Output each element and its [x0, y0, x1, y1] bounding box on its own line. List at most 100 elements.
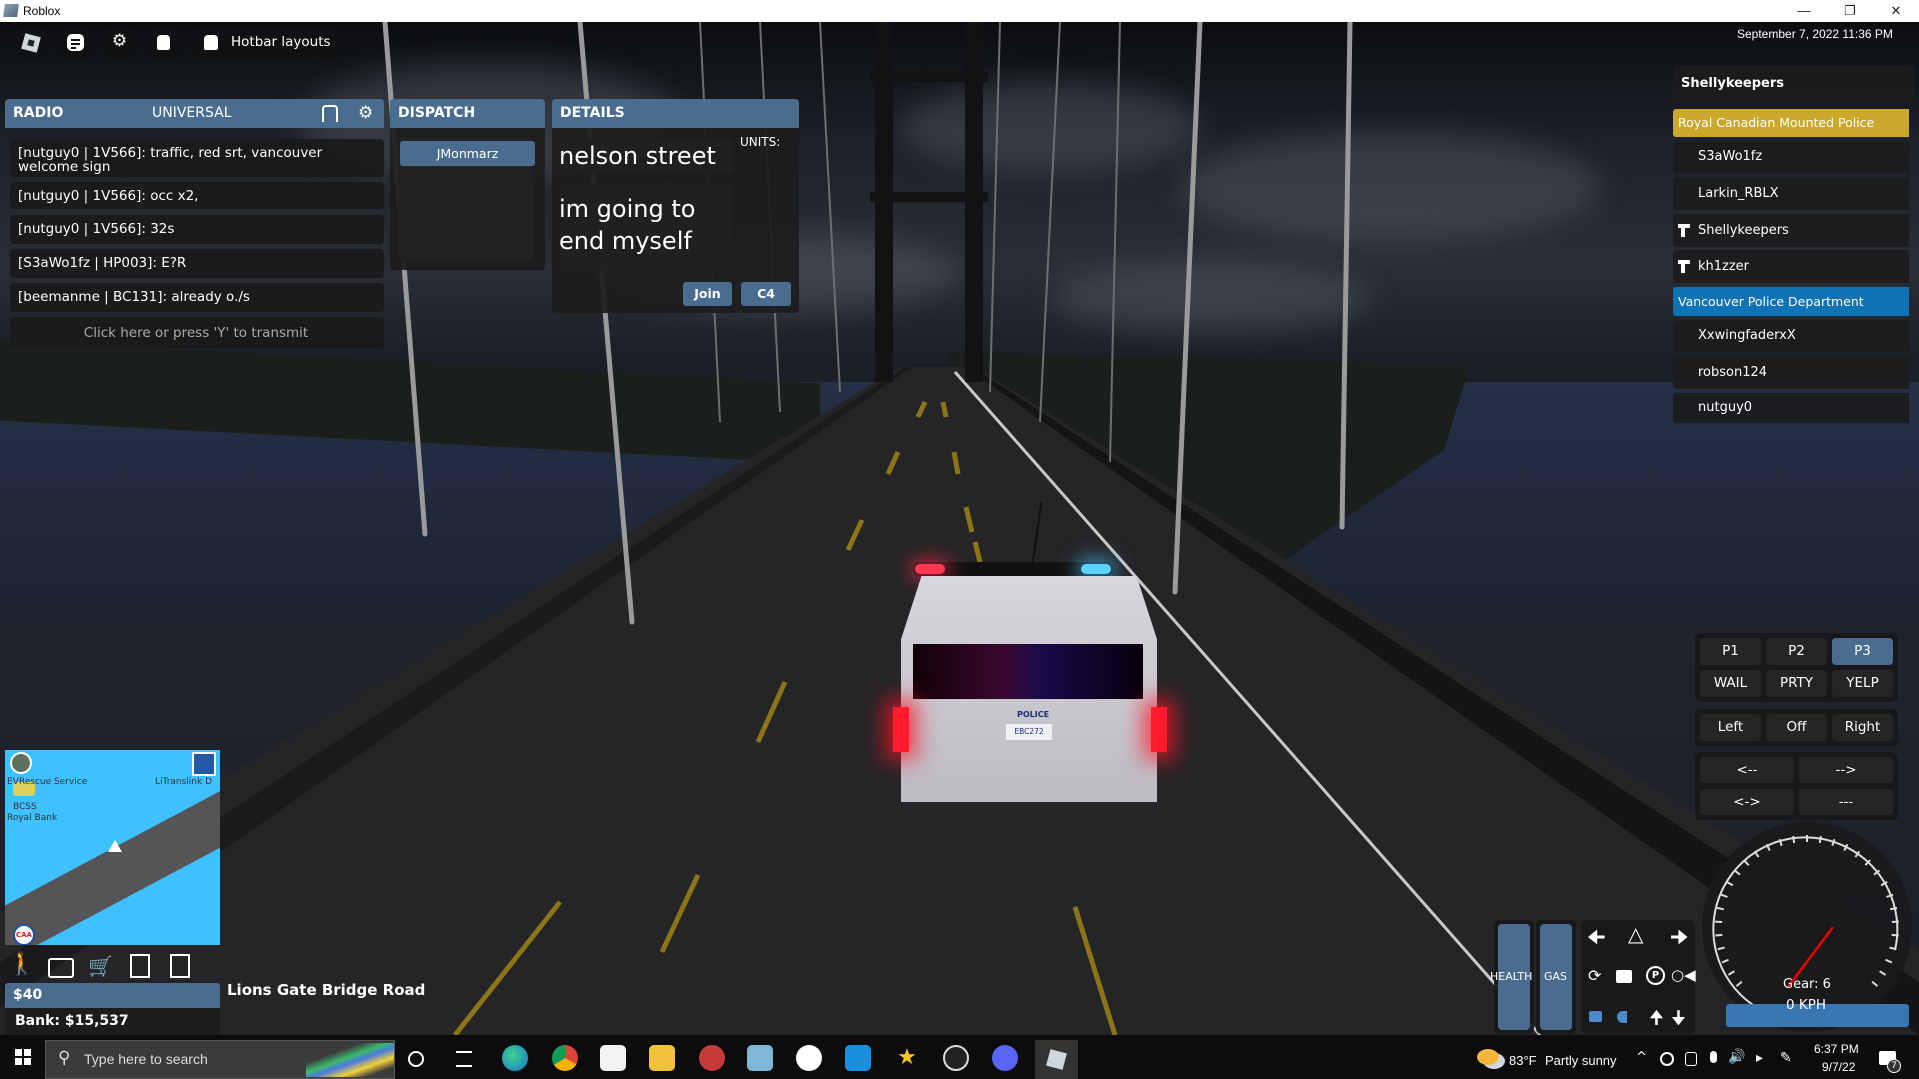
- walk-icon[interactable]: 🚶: [8, 952, 35, 977]
- speedometer-tick: [1792, 835, 1796, 844]
- list-upload-icon[interactable]: [170, 954, 190, 978]
- player-row[interactable]: XxwingfaderxX: [1673, 320, 1909, 352]
- chat-icon: [67, 34, 84, 51]
- hazard-icon[interactable]: △: [1628, 922, 1643, 946]
- horn-icon[interactable]: ○◀: [1671, 966, 1696, 984]
- pen-icon[interactable]: ✎: [1780, 1050, 1792, 1066]
- player-row[interactable]: Larkin_RBLX: [1673, 178, 1909, 210]
- obs-app-icon[interactable]: [943, 1045, 969, 1071]
- siren-wail-button[interactable]: WAIL: [1700, 670, 1761, 697]
- gear-icon: ⚙: [111, 31, 128, 51]
- player-row[interactable]: Shellykeepers: [1673, 214, 1909, 247]
- record-icon[interactable]: [1660, 1052, 1674, 1066]
- siren-p2-button[interactable]: P2: [1766, 638, 1827, 665]
- microphone-icon[interactable]: [1710, 1051, 1717, 1063]
- weather-condition[interactable]: Partly sunny: [1545, 1053, 1617, 1068]
- settings-button[interactable]: ⚙: [104, 27, 135, 58]
- hammer-icon-handle: [1681, 262, 1685, 273]
- close-button[interactable]: ✕: [1873, 0, 1919, 22]
- signal-app-icon[interactable]: [796, 1045, 822, 1071]
- notepad-app-icon[interactable]: [747, 1045, 773, 1071]
- weather-temp[interactable]: 83°F: [1509, 1053, 1537, 1068]
- player-row[interactable]: S3aWo1fz: [1673, 141, 1909, 173]
- star-app-icon[interactable]: ★: [894, 1045, 920, 1071]
- chrome-app-icon[interactable]: [552, 1045, 578, 1071]
- parking-brake-icon[interactable]: P: [1646, 966, 1665, 985]
- arrow-left-button[interactable]: <--: [1700, 757, 1794, 783]
- task-view-icon[interactable]: [456, 1051, 472, 1067]
- arrow-off-button[interactable]: ---: [1799, 789, 1893, 815]
- right-arrow-icon[interactable]: 🠊: [1670, 923, 1689, 957]
- cart-icon[interactable]: 🛒: [88, 954, 113, 978]
- volume-icon[interactable]: 🔊: [1728, 1049, 1745, 1065]
- headlight-icon[interactable]: [1617, 1011, 1627, 1023]
- radio-settings-gear-icon[interactable]: ⚙: [358, 99, 373, 128]
- snipping-tool-app-icon[interactable]: [699, 1045, 725, 1071]
- player-row[interactable]: robson124: [1673, 356, 1909, 389]
- arrow-split-button[interactable]: <->: [1700, 789, 1794, 815]
- microsoft-store-app-icon[interactable]: [600, 1045, 626, 1071]
- camera-icon[interactable]: [1685, 1052, 1697, 1066]
- caa-icon: CAA: [13, 924, 35, 945]
- radio-channel[interactable]: UNIVERSAL: [152, 99, 232, 128]
- roblox-menu-button[interactable]: [16, 27, 47, 58]
- file-explorer-app-icon[interactable]: [649, 1045, 675, 1071]
- join-button[interactable]: Join: [683, 282, 732, 306]
- player-name: S3aWo1fz: [1698, 149, 1763, 164]
- player-name: kh1zzer: [1698, 259, 1750, 274]
- briefcase-icon[interactable]: [48, 958, 74, 978]
- radio-icon[interactable]: [1616, 970, 1632, 983]
- minimize-button[interactable]: —: [1781, 0, 1827, 22]
- player-row[interactable]: nutguy0: [1673, 393, 1909, 423]
- minimap-label: LiTranslink D: [155, 777, 213, 787]
- chat-button[interactable]: [60, 27, 91, 58]
- minimap[interactable]: CAA EVRescue Service LiTranslink D BCSS …: [5, 750, 220, 945]
- backpack-button[interactable]: [148, 27, 179, 58]
- minimap-label: EVRescue Service: [7, 777, 88, 787]
- game-datetime: September 7, 2022 11:36 PM: [1737, 27, 1893, 41]
- hotbar-layouts-button[interactable]: Hotbar layouts: [192, 27, 340, 58]
- clock-time[interactable]: 6:37 PM: [1814, 1042, 1859, 1056]
- dispatch-caller-button[interactable]: JMonmarz: [400, 141, 535, 166]
- lock-icon[interactable]: [1589, 1011, 1602, 1022]
- call-code-button[interactable]: C4: [741, 282, 791, 306]
- player-name: XxwingfaderxX: [1698, 328, 1796, 343]
- cortana-icon[interactable]: [408, 1051, 424, 1067]
- minimap-label: Royal Bank: [7, 813, 58, 823]
- team-header-vpd: Vancouver Police Department: [1673, 287, 1909, 316]
- indicator-right-button[interactable]: Right: [1832, 714, 1893, 741]
- down-arrow-icon[interactable]: 🠋: [1671, 1006, 1686, 1036]
- wifi-icon[interactable]: ▸: [1756, 1050, 1763, 1066]
- start-button[interactable]: [15, 1049, 31, 1065]
- siren-yelp-button[interactable]: YELP: [1832, 670, 1893, 697]
- left-arrow-icon[interactable]: 🠈: [1587, 923, 1606, 957]
- show-hidden-icons-chevron-icon[interactable]: ^: [1636, 1050, 1647, 1065]
- discord-app-icon[interactable]: [992, 1045, 1018, 1071]
- notification-count-badge: 7: [1887, 1059, 1901, 1073]
- radio-transmit-button[interactable]: Click here or press 'Y' to transmit: [10, 317, 384, 348]
- hotbar-layouts-label: Hotbar layouts: [231, 34, 331, 50]
- siren-prty-button[interactable]: PRTY: [1766, 670, 1827, 697]
- siren-p1-button[interactable]: P1: [1700, 638, 1761, 665]
- speed-readout: 0 KPH: [1786, 997, 1827, 1013]
- indicator-left-button[interactable]: Left: [1700, 714, 1761, 741]
- search-placeholder: Type here to search: [84, 1051, 208, 1067]
- search-box[interactable]: ⚲ Type here to search: [45, 1040, 395, 1079]
- arrow-right-button[interactable]: -->: [1799, 757, 1893, 783]
- roblox-taskbar-button[interactable]: [1035, 1040, 1078, 1079]
- up-arrow-icon[interactable]: 🠉: [1649, 1006, 1664, 1036]
- list-car-icon[interactable]: [130, 954, 150, 978]
- siren-p3-button[interactable]: P3: [1832, 638, 1893, 665]
- mail-app-icon[interactable]: [845, 1045, 871, 1071]
- indicator-off-button[interactable]: Off: [1766, 714, 1827, 741]
- license-plate: EBC272: [1006, 724, 1052, 740]
- edge-app-icon[interactable]: [502, 1045, 528, 1071]
- player-row[interactable]: kh1zzer: [1673, 250, 1909, 283]
- radio-signal-icon[interactable]: [322, 105, 338, 122]
- restore-button[interactable]: ❐: [1827, 0, 1873, 22]
- clock-date[interactable]: 9/7/22: [1822, 1060, 1855, 1074]
- player-name: robson124: [1698, 365, 1768, 380]
- cycle-icon[interactable]: ⟳: [1588, 966, 1601, 985]
- weather-icon[interactable]: [1477, 1049, 1499, 1065]
- rescue-service-icon: [10, 752, 32, 774]
